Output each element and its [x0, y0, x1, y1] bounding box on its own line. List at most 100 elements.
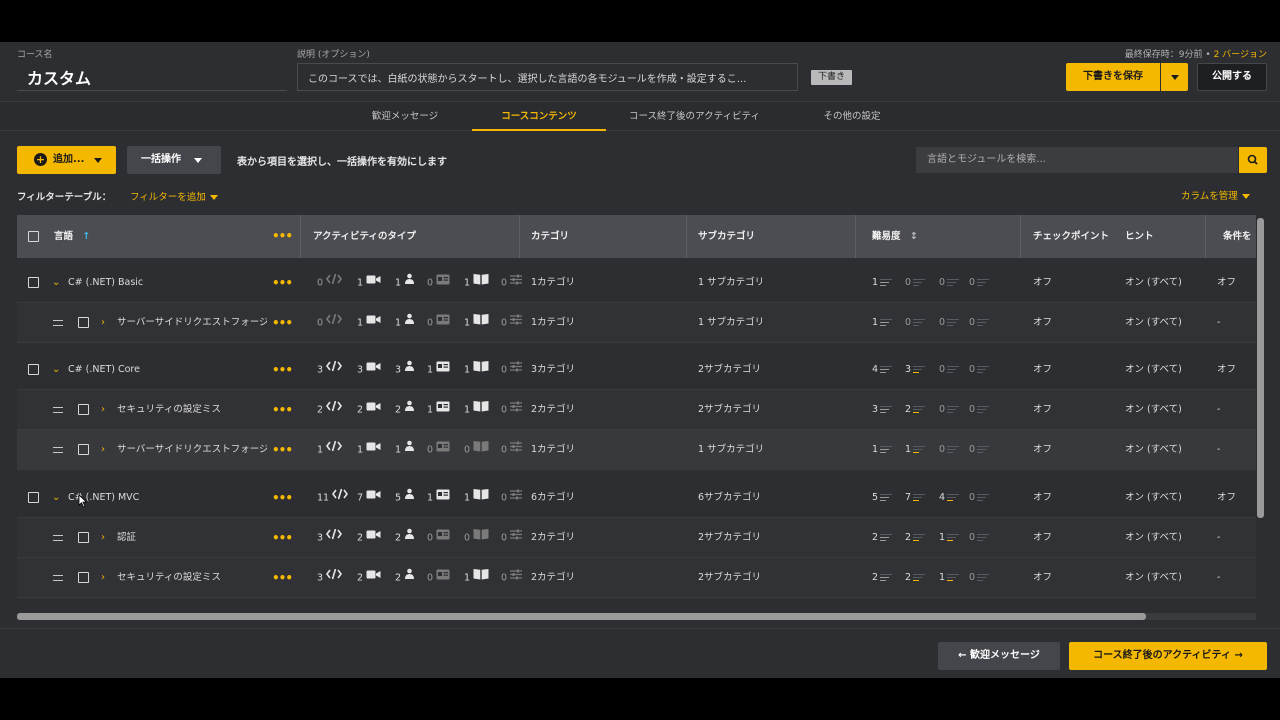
vertical-scrollbar[interactable]: [1257, 218, 1264, 518]
tab-course-content[interactable]: コースコンテンツ: [472, 102, 606, 131]
publish-button[interactable]: 公開する: [1197, 63, 1267, 91]
more-options-icon[interactable]: •••: [272, 263, 293, 303]
manage-columns-label: カラムを管理: [1181, 191, 1238, 202]
drag-handle-icon[interactable]: [53, 407, 63, 413]
module-row[interactable]: › サーバーサイドリクエストフォージェリ••• 1 1 1 0 0 0 1カテゴリ 1…: [17, 430, 1256, 470]
activity-count-book: 0: [464, 518, 489, 558]
row-checkbox[interactable]: [78, 317, 89, 328]
difficulty-count-value: 3: [905, 364, 912, 375]
activity-count-value: 0: [317, 317, 324, 329]
module-row[interactable]: › 認証 ••• 3 2 2 0 0 0 2カテゴリ 2サブカテゴリ 2 2 1 0 オフ オン (…: [17, 518, 1256, 558]
course-name-field[interactable]: カスタム: [17, 61, 287, 91]
module-name[interactable]: サーバーサイドリクエストフォージェリ: [117, 430, 267, 470]
search-button[interactable]: [1239, 147, 1267, 173]
chevron-right-icon[interactable]: ›: [101, 558, 105, 598]
select-all-checkbox[interactable]: [28, 231, 39, 242]
module-row[interactable]: › セキュリティの設定ミス ••• 3 2 2 0 1 0 2カテゴリ 2サブカテゴリ 2…: [17, 558, 1256, 598]
save-draft-dropdown-button[interactable]: [1161, 63, 1188, 91]
row-checkbox[interactable]: [78, 444, 89, 455]
drag-handle-icon[interactable]: [53, 535, 63, 541]
module-row[interactable]: › サーバーサイドリクエストフォージェリ••• 0 1 1 0 1 0 1カテゴリ 1…: [17, 303, 1256, 343]
more-options-icon[interactable]: •••: [272, 350, 293, 390]
row-checkbox[interactable]: [28, 277, 39, 288]
column-header-category[interactable]: カテゴリ: [531, 215, 569, 258]
next-step-button[interactable]: コース終了後のアクティビティ →: [1069, 642, 1267, 670]
chevron-down-icon[interactable]: ⌄: [52, 263, 60, 303]
horizontal-scrollbar[interactable]: [17, 613, 1146, 620]
language-row[interactable]: ⌄ C# (.NET) Core ••• 3 3 3 1 1 0 3カテゴリ 2サブカテ…: [17, 350, 1256, 390]
add-filter-button[interactable]: フィルターを追加: [130, 189, 218, 203]
more-options-icon[interactable]: •••: [272, 303, 293, 343]
category-count: 6カテゴリ: [531, 492, 576, 503]
column-header-activity-type[interactable]: アクティビティのタイプ: [313, 215, 416, 258]
chevron-right-icon[interactable]: ›: [101, 430, 105, 470]
column-header-difficulty[interactable]: 難易度 ↕: [872, 215, 918, 258]
column-header-checkpoint[interactable]: チェックポイント: [1033, 215, 1109, 258]
drag-handle-icon[interactable]: [53, 320, 63, 326]
drag-handle-icon[interactable]: [53, 447, 63, 453]
sliders-icon: [510, 390, 523, 430]
bulk-actions-button[interactable]: 一括操作: [127, 146, 221, 174]
more-options-icon[interactable]: •••: [272, 518, 293, 558]
row-checkbox[interactable]: [28, 492, 39, 503]
activity-count-video: 7: [357, 478, 381, 518]
module-name[interactable]: 認証: [117, 518, 267, 558]
save-draft-button[interactable]: 下書きを保存: [1066, 63, 1160, 91]
hint-value: オン (すべて): [1125, 317, 1182, 328]
row-checkbox[interactable]: [78, 404, 89, 415]
difficulty-count-value: 2: [872, 532, 879, 543]
add-button[interactable]: + 追加...: [17, 146, 116, 174]
language-name[interactable]: C# (.NET) MVC: [68, 478, 263, 518]
tab-welcome-message[interactable]: 歓迎メッセージ: [350, 102, 460, 131]
column-header-language[interactable]: 言語 ↑: [54, 215, 90, 258]
more-options-icon[interactable]: •••: [272, 558, 293, 598]
difficulty-count-value: 0: [939, 317, 946, 328]
row-checkbox[interactable]: [78, 532, 89, 543]
activity-count-book: 1: [464, 263, 489, 303]
chevron-right-icon[interactable]: ›: [101, 303, 105, 343]
language-name[interactable]: C# (.NET) Core: [68, 350, 263, 390]
tab-other-settings[interactable]: その他の設定: [800, 102, 904, 131]
chevron-right-icon[interactable]: ›: [101, 390, 105, 430]
activity-count-value: 0: [427, 532, 434, 544]
chevron-down-icon[interactable]: ⌄: [52, 350, 60, 390]
description-input[interactable]: このコースでは、白紙の状態からスタートし、選択した言語の各モジュールを作成・設定…: [297, 63, 798, 91]
chevron-down-icon: [209, 195, 218, 200]
category-count: 1カテゴリ: [531, 277, 576, 288]
column-header-hint[interactable]: ヒント: [1125, 215, 1154, 258]
manage-columns-button[interactable]: カラムを管理: [1181, 188, 1250, 202]
activity-count-value: 1: [357, 317, 364, 329]
language-row[interactable]: ⌄ C# (.NET) Basic ••• 0 1 1 0 1 0 1カテゴリ 1 サブ…: [17, 263, 1256, 303]
previous-step-button[interactable]: ← 歓迎メッセージ: [938, 642, 1060, 670]
module-name[interactable]: セキュリティの設定ミス: [117, 558, 267, 598]
video-icon: [366, 390, 381, 430]
search-input[interactable]: 言語とモジュールを検索...: [916, 147, 1238, 173]
column-header-subcategory[interactable]: サブカテゴリ: [698, 215, 755, 258]
module-row[interactable]: › セキュリティの設定ミス ••• 2 2 2 1 1 0 2カテゴリ 2サブカテゴリ 3…: [17, 390, 1256, 430]
app-window: コース名 カスタム 説明 (オプション) このコースでは、白紙の状態からスタート…: [0, 42, 1280, 678]
versions-link[interactable]: 2 バージョン: [1214, 50, 1267, 60]
subcategory-count: 2サブカテゴリ: [698, 572, 762, 583]
sort-asc-icon[interactable]: ↑: [82, 231, 90, 242]
difficulty-count-value: 4: [939, 492, 946, 503]
activity-count-value: 0: [464, 444, 471, 456]
language-row[interactable]: ⌄ C# (.NET) MVC ••• 11 7 5 1 1 0 6カテゴリ 6サブカテ…: [17, 478, 1256, 518]
drag-handle-icon[interactable]: [53, 575, 63, 581]
module-name[interactable]: サーバーサイドリクエストフォージェリ: [117, 303, 267, 343]
difficulty-count: 0: [969, 303, 990, 343]
more-options-icon[interactable]: •••: [272, 215, 293, 258]
row-checkbox[interactable]: [28, 364, 39, 375]
more-options-icon[interactable]: •••: [272, 478, 293, 518]
chevron-right-icon[interactable]: ›: [101, 518, 105, 558]
tab-post-course-activity[interactable]: コース終了後のアクティビティ: [612, 102, 777, 131]
more-options-icon[interactable]: •••: [272, 430, 293, 470]
row-checkbox[interactable]: [78, 572, 89, 583]
difficulty-count-value: 1: [872, 444, 879, 455]
chevron-down-icon[interactable]: ⌄: [52, 478, 60, 518]
more-options-icon[interactable]: •••: [272, 390, 293, 430]
column-header-condition[interactable]: 条件を: [1223, 215, 1252, 258]
difficulty-count-value: 0: [969, 532, 976, 543]
language-name[interactable]: C# (.NET) Basic: [68, 263, 263, 303]
sort-icon[interactable]: ↕: [910, 231, 918, 242]
module-name[interactable]: セキュリティの設定ミス: [117, 390, 267, 430]
